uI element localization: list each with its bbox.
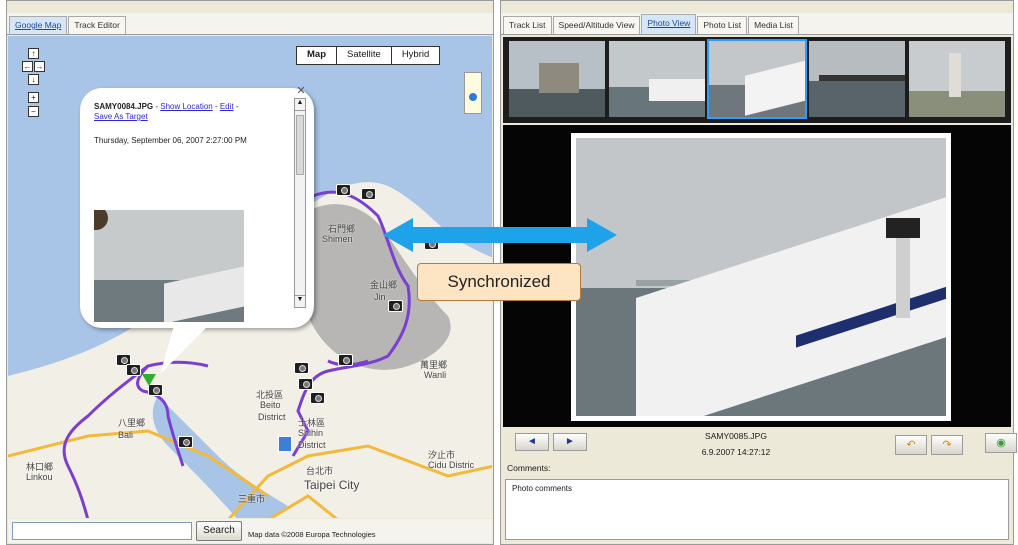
- next-photo-button[interactable]: ►: [553, 433, 587, 451]
- search-button[interactable]: Search: [196, 521, 242, 541]
- photo-marker-camera-icon[interactable]: [388, 300, 403, 312]
- flag-marker-icon[interactable]: [278, 436, 292, 452]
- balloon-filename: SAMY0084.JPG: [94, 102, 154, 111]
- photo-marker-camera-icon[interactable]: [294, 362, 309, 374]
- map-type-map-button[interactable]: Map: [297, 47, 336, 64]
- map-type-hybrid-button[interactable]: Hybrid: [390, 47, 439, 64]
- map-label-linkou: Linkou: [26, 472, 53, 482]
- photo-filename: SAMY0085.JPG: [705, 431, 767, 441]
- photo-thumbnail-selected[interactable]: [707, 39, 807, 119]
- map-type-selector: Map Satellite Hybrid: [296, 46, 441, 65]
- scroll-down-icon[interactable]: ▼: [295, 295, 305, 307]
- photo-marker-camera-icon[interactable]: [298, 378, 313, 390]
- zoom-out-button[interactable]: −: [28, 106, 39, 117]
- tab-photo-list[interactable]: Photo List: [697, 16, 748, 34]
- selected-photo[interactable]: [576, 138, 946, 416]
- street-view-pegman-icon[interactable]: [464, 72, 482, 114]
- balloon-separator: -: [233, 102, 239, 111]
- scroll-thumb[interactable]: [296, 115, 304, 175]
- photo-thumbnail-strip: [503, 37, 1011, 123]
- google-earth-icon[interactable]: ◉: [985, 433, 1017, 453]
- photo-frame: [571, 133, 951, 421]
- map-label-shilin-district: District: [298, 440, 326, 450]
- map-label-jinshan-cn: 金山鄉: [370, 280, 398, 290]
- map-label-sanchong-cn: 三重市: [238, 494, 266, 504]
- map-label-cidu: Cidu Distric: [428, 460, 475, 470]
- show-location-link[interactable]: Show Location: [160, 102, 212, 111]
- synchronized-label: Synchronized: [417, 263, 581, 301]
- photo-thumbnail[interactable]: [809, 41, 905, 117]
- tab-google-map[interactable]: Google Map: [9, 16, 68, 34]
- photo-datetime: 6.9.2007 14:27:12: [701, 447, 771, 457]
- map-search-input[interactable]: [12, 522, 192, 540]
- map-label-jinshan: Jin: [374, 292, 386, 302]
- map-label-shimen: Shimen: [322, 234, 353, 244]
- balloon-separator: -: [212, 102, 220, 111]
- previous-photo-button[interactable]: ◄: [515, 433, 549, 451]
- map-label-taipei-cn: 台北市: [306, 466, 334, 476]
- save-as-target-link[interactable]: Save As Target: [94, 112, 148, 121]
- tab-track-editor[interactable]: Track Editor: [68, 16, 126, 34]
- zoom-in-button[interactable]: +: [28, 92, 39, 103]
- map-label-taipei: Taipei City: [304, 478, 360, 492]
- photo-marker-camera-icon[interactable]: [310, 392, 325, 404]
- pan-down-button[interactable]: ↓: [28, 74, 39, 85]
- pan-left-button[interactable]: ←: [22, 61, 33, 72]
- comments-textarea[interactable]: Photo comments: [505, 479, 1009, 540]
- balloon-scrollbar[interactable]: ▲ ▼: [294, 98, 306, 308]
- tab-track-list[interactable]: Track List: [503, 16, 552, 34]
- photo-marker-camera-icon[interactable]: [361, 188, 376, 200]
- map-label-bali-cn: 八里鄉: [118, 418, 146, 428]
- photo-marker-camera-icon[interactable]: [126, 364, 141, 376]
- edit-link[interactable]: Edit: [220, 102, 234, 111]
- map-search-bar: Search Map data ©2008 Europa Technologie…: [8, 519, 492, 543]
- right-tab-bar: Track List Speed/Altitude View Photo Vie…: [501, 13, 1013, 35]
- photo-marker-camera-icon[interactable]: [336, 184, 351, 196]
- balloon-close-icon[interactable]: ✕: [294, 84, 308, 98]
- map-label-wanli: Wanli: [424, 370, 447, 380]
- rotate-right-icon[interactable]: ↷: [931, 435, 963, 455]
- tab-media-list[interactable]: Media List: [748, 16, 799, 34]
- map-label-bali: Bali: [118, 430, 134, 440]
- photo-marker-camera-icon[interactable]: [178, 436, 193, 448]
- sync-double-arrow-icon: [383, 218, 617, 252]
- photo-thumbnail[interactable]: [609, 41, 705, 117]
- balloon-photo-thumbnail: [94, 210, 244, 322]
- map-label-beitou: Beito: [260, 400, 281, 410]
- map-copyright: Map data ©2008 Europa Technologies: [248, 530, 376, 539]
- current-position-arrow-icon: [142, 374, 156, 386]
- photo-marker-camera-icon[interactable]: [338, 354, 353, 366]
- left-tab-bar: Google Map Track Editor: [7, 13, 493, 35]
- tab-speed-altitude-view[interactable]: Speed/Altitude View: [552, 16, 641, 34]
- balloon-timestamp: Thursday, September 06, 2007 2:27:00 PM: [94, 136, 247, 145]
- photo-thumbnail[interactable]: [909, 41, 1005, 117]
- photo-thumbnail[interactable]: [509, 41, 605, 117]
- comments-label: Comments:: [507, 463, 551, 473]
- pan-up-button[interactable]: ↑: [28, 48, 39, 59]
- map-type-satellite-button[interactable]: Satellite: [336, 47, 391, 64]
- rotate-left-icon[interactable]: ↶: [895, 435, 927, 455]
- pan-right-button[interactable]: →: [34, 61, 45, 72]
- scroll-up-icon[interactable]: ▲: [295, 99, 305, 111]
- tab-photo-view[interactable]: Photo View: [641, 14, 697, 34]
- photo-info-balloon: ✕ SAMY0084.JPG - Show Location - Edit - …: [80, 85, 314, 328]
- map-label-shilin: Shihin: [298, 428, 324, 438]
- map-label-district: District: [258, 412, 286, 422]
